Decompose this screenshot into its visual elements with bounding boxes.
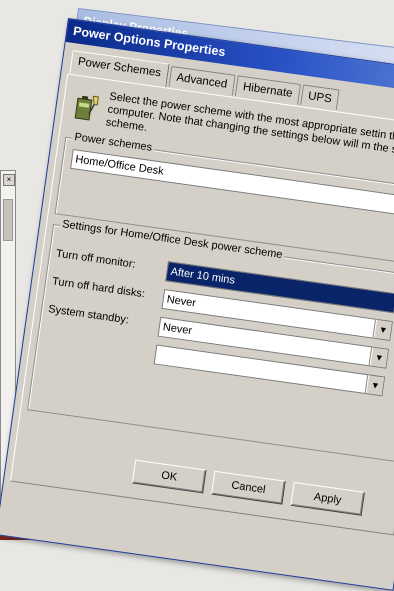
ok-button[interactable]: OK xyxy=(131,459,207,494)
cancel-button[interactable]: Cancel xyxy=(211,470,286,505)
turn-off-hard-disks-label: Turn off hard disks: xyxy=(51,275,146,301)
turn-off-monitor-value: After 10 mins xyxy=(169,265,236,287)
power-scheme-value: Home/Office Desk xyxy=(74,153,165,178)
system-standby-value: Never xyxy=(162,321,193,338)
apply-button[interactable]: Apply xyxy=(290,481,365,516)
chevron-down-icon[interactable]: ▼ xyxy=(365,375,385,396)
system-standby-label: System standby: xyxy=(47,303,130,327)
settings-group: Settings for Home/Office Desk power sche… xyxy=(27,217,394,463)
turn-off-monitor-label: Turn off monitor: xyxy=(55,247,137,271)
power-schemes-panel: Select the power scheme with the most ap… xyxy=(9,73,394,536)
chevron-down-icon[interactable]: ▼ xyxy=(369,347,388,368)
chevron-down-icon[interactable]: ▼ xyxy=(373,319,392,340)
turn-off-hard-disks-value: Never xyxy=(165,293,197,310)
power-options-window: Power Options Properties Power Schemes A… xyxy=(0,18,394,591)
power-plug-battery-icon xyxy=(74,95,99,121)
